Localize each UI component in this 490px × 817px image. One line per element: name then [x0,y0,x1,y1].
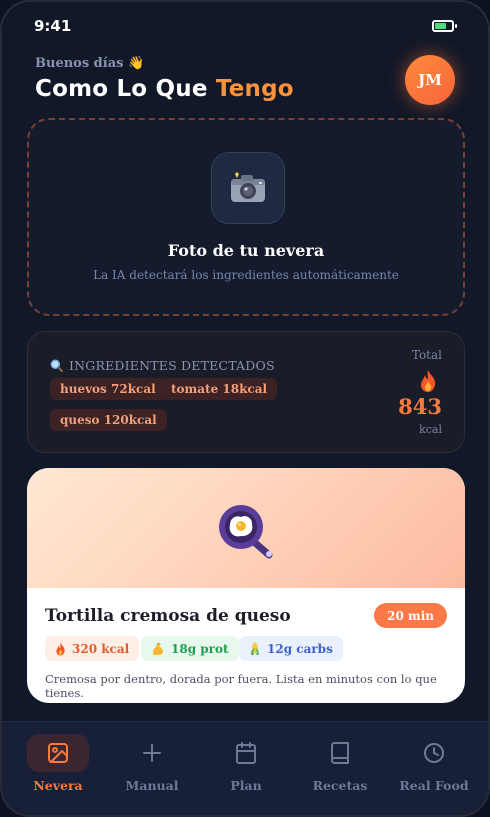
bottom-nav: Nevera Manual Plan Recetas Real Food [2,721,488,815]
user-avatar[interactable]: JM [405,55,455,105]
recipe-kcal-pill: 320 kcal [45,636,140,661]
fridge-photo-upload[interactable]: Foto de tu nevera La IA detectará los in… [27,118,465,316]
app-title-accent: Tengo [215,76,294,102]
recipe-time-badge: 20 min [374,603,447,628]
ingredient-chip[interactable]: tomate 18kcal [161,378,278,400]
magnifier-icon [50,359,63,372]
recipe-protein-pill: 18g prot [141,636,239,661]
image-icon [27,734,89,772]
frying-pan-egg-icon [219,505,273,559]
total-kcal-unit: kcal [419,423,442,436]
status-time: 9:41 [34,17,72,35]
nav-item-recetas[interactable]: Recetas [300,734,380,806]
greeting-text: Buenos días 👋 [35,56,145,71]
flexed-arm-icon [153,642,163,655]
phone-frame: 9:41 Buenos días 👋 Como Lo Que Tengo JM … [0,0,490,817]
recipe-description: Cremosa por dentro, dorada por fuera. Li… [45,672,437,700]
ingredients-heading-text: INGREDIENTES DETECTADOS [69,358,275,373]
recipe-carbs-text: 12g carbs [267,641,333,656]
battery-level [435,23,447,29]
plus-icon [121,734,183,772]
recipe-image [27,468,465,588]
ingredient-chip[interactable]: queso 120kcal [50,409,167,431]
clock-icon [403,734,465,772]
nav-item-real-food[interactable]: Real Food [394,734,474,806]
corn-icon [251,642,259,655]
upload-title: Foto de tu nevera [167,241,325,260]
app-title-main: Como Lo Que [35,76,208,102]
nav-label-real-food: Real Food [399,778,469,793]
total-label: Total [411,348,442,362]
nav-item-manual[interactable]: Manual [112,734,192,806]
nav-label-manual: Manual [125,778,179,793]
recipe-carbs-pill: 12g carbs [239,636,343,661]
flame-icon [56,642,65,655]
flame-icon [421,370,436,392]
battery-icon [432,20,457,32]
nav-label-recetas: Recetas [312,778,368,793]
book-icon [309,734,371,772]
calendar-icon [215,734,277,772]
nav-item-nevera[interactable]: Nevera [18,734,98,806]
total-kcal-value: 843 [398,394,442,419]
recipe-kcal-text: 320 kcal [72,641,130,656]
upload-subtitle: La IA detectará los ingredientes automát… [93,268,399,282]
ingredient-chip[interactable]: huevos 72kcal [50,378,166,400]
nav-item-plan[interactable]: Plan [206,734,286,806]
camera-icon [211,152,285,224]
app-title: Como Lo Que Tengo [35,76,294,102]
nav-label-plan: Plan [230,778,262,793]
recipe-title: Tortilla cremosa de queso [45,606,291,626]
nav-label-nevera: Nevera [33,778,83,793]
recipe-protein-text: 18g prot [171,641,229,656]
status-bar: 9:41 [2,2,488,50]
detected-ingredients-card: INGREDIENTES DETECTADOS huevos 72kcal to… [27,331,465,453]
ingredients-heading: INGREDIENTES DETECTADOS [50,358,275,373]
recipe-card[interactable]: Tortilla cremosa de queso 20 min 320 kca… [27,468,465,703]
